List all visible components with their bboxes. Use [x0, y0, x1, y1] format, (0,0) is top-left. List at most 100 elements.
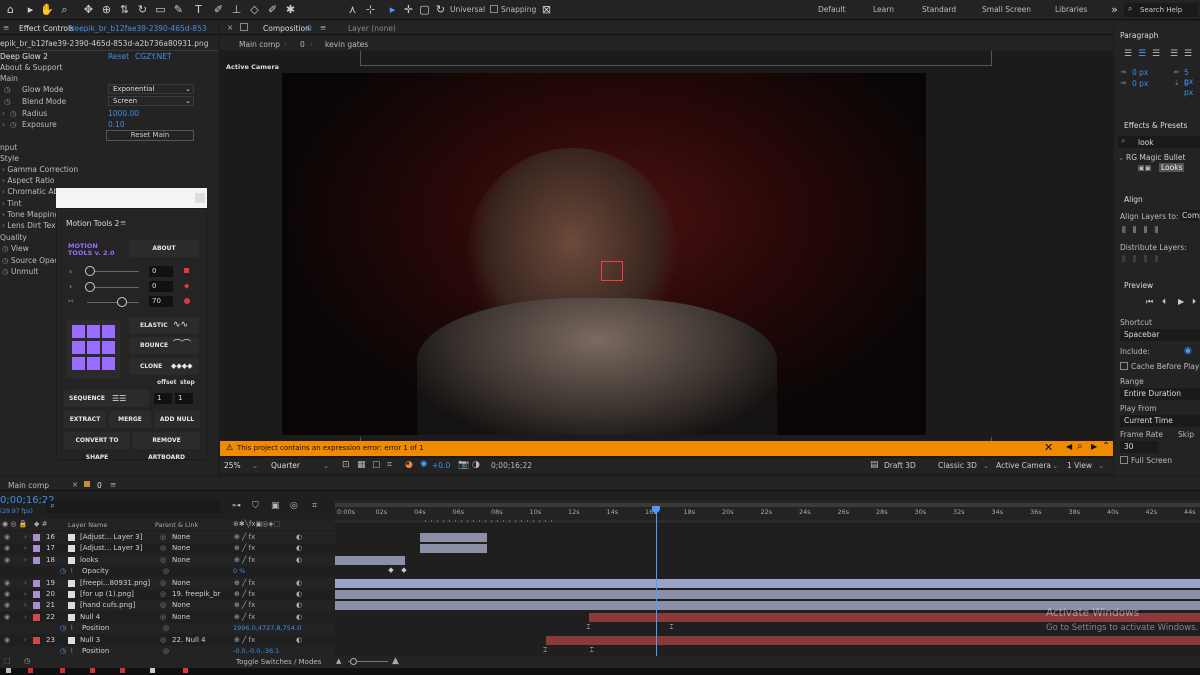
anchor-top-center[interactable] [87, 325, 100, 338]
pickwhip-icon[interactable]: ◎ [160, 589, 166, 600]
pickwhip-icon[interactable]: ◎ [160, 532, 166, 543]
layer-switches-icon[interactable]: ⊕ ╱ fx [234, 578, 255, 589]
next-frame-icon[interactable]: ⏵ [1192, 297, 1196, 307]
more-workspaces-icon[interactable]: » [1108, 3, 1121, 16]
slider-3-value[interactable]: 70 [149, 296, 173, 307]
snapping-checkbox[interactable] [490, 5, 498, 13]
visibility-icon[interactable]: ◉ [4, 612, 10, 623]
shortcut-dropdown[interactable]: Spacebar [1120, 329, 1200, 341]
layer-row[interactable]: ◉ › 19 [freepi...80931.png] ◎ None ⊕ ╱ fx ◐ [0, 577, 335, 589]
comp-flowchart-icon[interactable]: ⊶ [232, 501, 241, 511]
convert-to-shape-button[interactable]: CONVERT TO SHAPE [64, 432, 130, 461]
zoom-out-icon[interactable]: ▲ [336, 657, 341, 665]
parent-link-header[interactable]: Parent & Link [155, 521, 198, 529]
parent-dropdown[interactable]: None [172, 578, 224, 589]
pickwhip-icon[interactable]: ◎ [160, 635, 166, 646]
close-icon[interactable] [195, 193, 205, 203]
layer-label-color[interactable] [33, 545, 40, 553]
graph-editor-icon[interactable]: ⌗ [312, 501, 317, 511]
parent-dropdown[interactable]: 22. Null 4 [172, 635, 224, 646]
type-tool-icon[interactable]: T [192, 3, 205, 16]
transparency-grid-icon[interactable]: ▦ [357, 460, 366, 470]
include-video-icon[interactable]: ◉ [1184, 346, 1192, 356]
layer-tab[interactable]: Layer (none) [348, 24, 396, 33]
exposure-value[interactable]: +0.0 [432, 461, 450, 470]
close-error-icon[interactable]: ✕ [1044, 441, 1053, 454]
motion-blur-switch-icon[interactable]: ◐ [296, 635, 302, 646]
layer-row[interactable]: ◉ › 16 [Adjust... Layer 3] ◎ None ⊕ ╱ fx ◐ [0, 532, 335, 543]
cache-checkbox[interactable] [1120, 362, 1128, 370]
composition-viewer[interactable]: Active Camera [220, 51, 1113, 458]
scale-icon[interactable]: ▢ [418, 3, 431, 16]
taskbar-app-icon[interactable] [6, 668, 11, 673]
elastic-button[interactable]: ELASTIC ∿∿ [129, 317, 199, 334]
keyframe-icon[interactable]: ⌶ [669, 623, 673, 632]
selection-tool-icon[interactable]: ▸ [24, 3, 37, 16]
looks-item[interactable]: Looks [1159, 163, 1185, 172]
parent-dropdown[interactable]: None [172, 555, 224, 566]
layer-duration-bar[interactable] [335, 578, 1200, 588]
layer-name[interactable]: [for up (1).png] [80, 589, 152, 600]
layer-duration-bar[interactable] [335, 590, 1200, 599]
about-support-row[interactable]: About & Support [0, 62, 62, 73]
play-icon[interactable]: ▶ [1178, 297, 1184, 306]
anchor-bottom-center[interactable] [87, 357, 100, 370]
shy-layers-icon[interactable]: ⛉ [252, 501, 259, 511]
draft-3d-icon[interactable]: ▤ [870, 460, 879, 470]
rg-magic-bullet-item[interactable]: RG Magic Bullet [1126, 153, 1185, 162]
stopwatch-icon[interactable]: ◷ [4, 84, 11, 95]
region-of-interest-icon[interactable]: ⊡ [342, 460, 350, 470]
keyframe-diamond-icon[interactable]: ◆ [184, 282, 189, 290]
visibility-icon[interactable]: ◉ [4, 600, 10, 611]
layer-switches-icon[interactable]: ⊕ ╱ fx [234, 589, 255, 600]
visibility-icon[interactable]: ◉ [4, 543, 10, 554]
glow-mode-dropdown[interactable]: Exponential ⌄ [108, 84, 194, 94]
axis-local-icon[interactable]: ⋏ [346, 3, 359, 16]
anchor-center[interactable] [87, 341, 100, 354]
expand-chevron-icon[interactable]: › [24, 589, 27, 600]
close-tab-icon[interactable]: × [227, 23, 233, 32]
pickwhip-icon[interactable]: ◎ [163, 623, 169, 634]
current-time-display[interactable]: 0;00;16;22 [491, 461, 532, 470]
menu-icon[interactable]: ≡ [120, 218, 126, 227]
grid-guides-icon[interactable]: ⌗ [387, 460, 392, 470]
draft-3d-label[interactable]: Draft 3D [884, 461, 916, 470]
visibility-icon[interactable]: ◉ [4, 578, 10, 589]
reveal-error-icon[interactable]: ⌕ [1077, 441, 1083, 452]
layer-duration-bar[interactable] [419, 544, 488, 554]
property-value[interactable]: 0 % [233, 566, 245, 577]
rectangle-tool-icon[interactable]: ▭ [154, 3, 167, 16]
pickwhip-icon[interactable]: ◎ [160, 578, 166, 589]
remove-artboard-button[interactable]: REMOVE ARTBOARD [133, 432, 200, 461]
tint-row[interactable]: › Tint [0, 198, 22, 209]
clone-stamp-icon[interactable]: ⊥ [230, 3, 243, 16]
layer-row[interactable]: ◉ › 21 [hand cufs.png] ◎ None ⊕ ╱ fx ◐ [0, 600, 335, 612]
layer-switches-icon[interactable]: ⊕ ╱ fx [234, 543, 255, 554]
bounce-button[interactable]: BOUNCE ⌒⌒ [129, 337, 199, 354]
select-icon[interactable]: ▸ [386, 3, 399, 16]
reset-main-button[interactable]: Reset Main [106, 130, 194, 141]
keyframe-icon[interactable]: ⌶ [586, 623, 590, 632]
anchor-middle-right[interactable] [102, 341, 115, 354]
graph-icon[interactable]: ⌇ [70, 566, 73, 577]
stopwatch-icon[interactable]: ◷ [60, 566, 66, 577]
mask-visibility-icon[interactable]: ▢ [372, 460, 381, 470]
layer-name[interactable]: [Adjust... Layer 3] [80, 532, 152, 543]
snap-options-icon[interactable]: ⊠ [540, 3, 553, 16]
rotation-tool-icon[interactable]: ↻ [136, 3, 149, 16]
range-dropdown[interactable]: Entire Duration [1120, 388, 1200, 400]
camera-dropdown[interactable]: Active Camera [996, 461, 1051, 470]
taskbar-app-icon[interactable] [120, 668, 125, 673]
extract-button[interactable]: EXTRACT [64, 411, 106, 428]
view-layout-dropdown[interactable]: 1 View [1067, 461, 1092, 470]
search-help-field[interactable]: ⌕ Search Help [1124, 3, 1198, 17]
playhead[interactable] [655, 507, 657, 675]
main-section-row[interactable]: Main [0, 73, 18, 84]
anchor-point-marker[interactable] [601, 261, 623, 281]
stopwatch-icon[interactable]: ◷ [10, 119, 17, 130]
timeline-zoom-handle[interactable] [350, 658, 357, 665]
align-buttons-icon[interactable]: ⫴⫴⫴⫴ [1122, 226, 1165, 236]
play-from-dropdown[interactable]: Current Time [1120, 415, 1200, 427]
frame-blending-icon[interactable]: ▣ [271, 501, 280, 511]
parent-dropdown[interactable]: None [172, 600, 224, 611]
